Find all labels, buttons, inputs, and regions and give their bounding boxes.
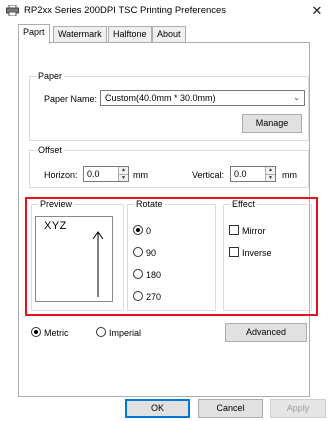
arrow-up-icon [92, 231, 104, 297]
chevron-down-icon: ⌄ [293, 93, 300, 102]
mirror-checkbox[interactable] [229, 225, 239, 235]
rotate-180-radio[interactable] [133, 269, 143, 279]
close-button[interactable]: ✕ [309, 3, 325, 19]
vertical-spinner[interactable]: 0.0 ▲ ▼ [230, 166, 276, 182]
inverse-label: Inverse [242, 248, 272, 258]
manage-button[interactable]: Manage [242, 114, 302, 133]
paper-name-select[interactable]: Custom(40.0mm * 30.0mm) ⌄ [100, 90, 305, 106]
paper-name-value: Custom(40.0mm * 30.0mm) [105, 93, 216, 103]
horizon-spin-buttons[interactable]: ▲ ▼ [118, 167, 128, 181]
offset-legend: Offset [36, 145, 64, 155]
tab-paprt[interactable]: Paprt [18, 24, 50, 44]
apply-button[interactable]: Apply [270, 399, 326, 418]
preview-sample-text: XYZ [44, 220, 67, 232]
title-bar: RP2xx Series 200DPI TSC Printing Prefere… [0, 0, 331, 22]
horizon-label: Horizon: [44, 170, 78, 180]
rotate-270-label: 270 [146, 292, 162, 302]
rotate-270-radio[interactable] [133, 291, 143, 301]
rotate-180-label: 180 [146, 270, 162, 280]
vertical-unit: mm [282, 170, 297, 180]
inverse-checkbox[interactable] [229, 247, 239, 257]
paper-name-label: Paper Name: [44, 94, 98, 104]
cancel-button[interactable]: Cancel [198, 399, 263, 418]
rotate-legend: Rotate [134, 199, 165, 209]
vertical-value: 0.0 [234, 169, 247, 179]
spin-up-icon[interactable]: ▲ [119, 167, 128, 174]
vertical-label: Vertical: [192, 170, 225, 180]
horizon-unit: mm [133, 170, 148, 180]
metric-radio[interactable] [31, 327, 41, 337]
rotate-0-radio[interactable] [133, 225, 143, 235]
tab-watermark[interactable]: Watermark [53, 26, 107, 43]
advanced-button[interactable]: Advanced [225, 323, 307, 342]
metric-label: Metric [44, 328, 69, 338]
rotate-0-label: 0 [146, 226, 152, 236]
horizon-value: 0.0 [87, 169, 100, 179]
window-title: RP2xx Series 200DPI TSC Printing Prefere… [24, 5, 227, 16]
tab-halftone[interactable]: Halftone [108, 26, 152, 43]
mirror-label: Mirror [242, 226, 266, 236]
tab-about[interactable]: About [152, 26, 186, 43]
spin-down-icon[interactable]: ▼ [266, 174, 275, 181]
rotate-90-radio[interactable] [133, 247, 143, 257]
rotate-90-label: 90 [146, 248, 157, 258]
preview-page: XYZ [35, 216, 113, 302]
spin-up-icon[interactable]: ▲ [266, 167, 275, 174]
horizon-spinner[interactable]: 0.0 ▲ ▼ [83, 166, 129, 182]
paper-legend: Paper [36, 71, 65, 81]
preview-legend: Preview [38, 199, 75, 209]
printer-icon [6, 5, 19, 16]
imperial-radio[interactable] [96, 327, 106, 337]
ok-button[interactable]: OK [125, 399, 190, 418]
close-icon: ✕ [311, 3, 323, 18]
spin-down-icon[interactable]: ▼ [119, 174, 128, 181]
vertical-spin-buttons[interactable]: ▲ ▼ [265, 167, 275, 181]
effect-legend: Effect [230, 199, 257, 209]
imperial-label: Imperial [109, 328, 142, 338]
